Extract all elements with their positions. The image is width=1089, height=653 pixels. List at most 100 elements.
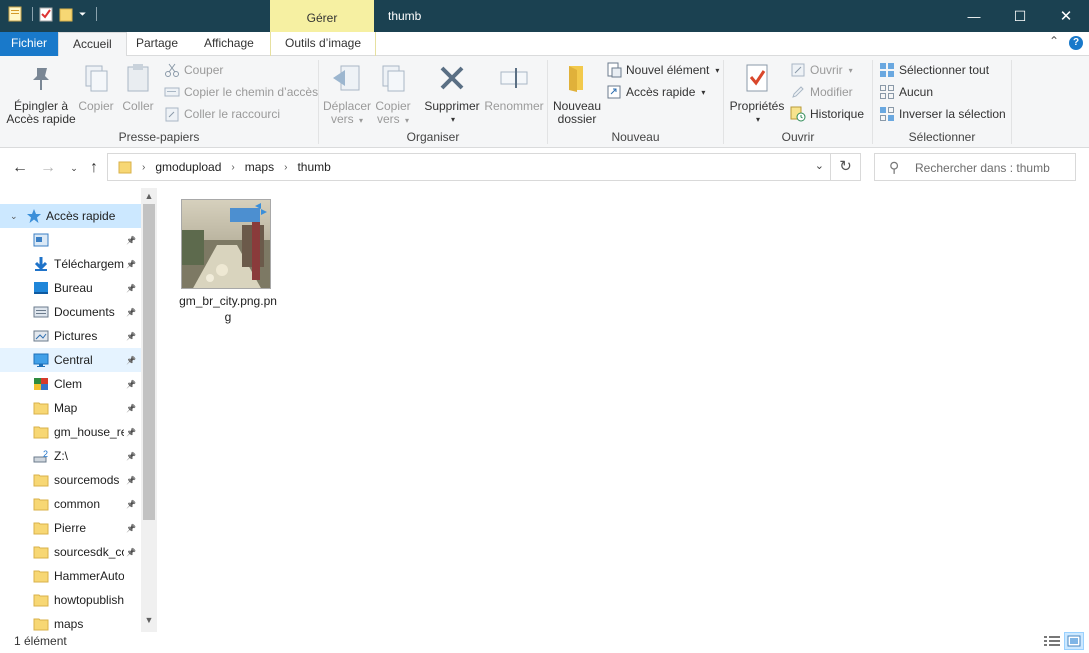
forward-arrow-icon: → xyxy=(40,159,56,176)
sidebar-item[interactable]: Clem 📌 xyxy=(0,372,141,396)
sidebar-item[interactable]: gm_house_re 📌 xyxy=(0,420,141,444)
sidebar-item-label: maps xyxy=(54,617,84,631)
pin-icon[interactable]: 📌 xyxy=(126,404,136,413)
invert-selection-label: Inverser la sélection xyxy=(899,107,1006,121)
sidebar-item[interactable]: Pictures 📌 xyxy=(0,324,141,348)
scroll-thumb[interactable] xyxy=(143,204,155,520)
paste-button[interactable]: Coller xyxy=(118,62,158,113)
sidebar-item[interactable]: Central 📌 xyxy=(0,348,141,372)
invert-selection-button[interactable]: Inverser la sélection xyxy=(879,104,1006,124)
pin-quick-access-button[interactable]: Épingler à Accès rapide xyxy=(6,62,76,126)
sidebar-item[interactable]: Documents 📌 xyxy=(0,300,141,324)
pin-icon[interactable]: 📌 xyxy=(126,548,136,557)
pin-icon[interactable]: 📌 xyxy=(126,332,136,341)
new-item-button[interactable]: Nouvel élément ▾ xyxy=(606,60,719,80)
pin-icon[interactable]: 📌 xyxy=(126,476,136,485)
select-none-button[interactable]: Aucun xyxy=(879,82,933,102)
manage-context-tab[interactable]: Gérer xyxy=(270,0,374,32)
sidebar-item[interactable]: Pierre 📌 xyxy=(0,516,141,540)
qat-dropdown-icon[interactable]: ⏷ xyxy=(79,9,86,20)
recent-locations-button[interactable]: ⌄ xyxy=(64,158,84,178)
forward-button[interactable]: → xyxy=(38,158,58,178)
quick-access-header[interactable]: ⌄ Accès rapide xyxy=(0,204,141,228)
sidebar-item[interactable]: maps xyxy=(0,612,141,632)
back-button[interactable]: ← xyxy=(10,158,30,178)
paste-shortcut-button[interactable]: Coller le raccourci xyxy=(164,104,280,124)
sidebar-item[interactable]: howtopublishan xyxy=(0,588,141,612)
properties-icon[interactable] xyxy=(8,6,22,22)
copy-path-button[interactable]: Copier le chemin d’accès xyxy=(164,82,318,102)
address-bar[interactable]: › gmodupload › maps › thumb ⌄ xyxy=(107,153,831,181)
new-folder-line2: dossier xyxy=(557,112,597,126)
pin-icon[interactable]: 📌 xyxy=(126,380,136,389)
properties-button[interactable]: Propriétés ▾ xyxy=(728,62,786,126)
breadcrumb-item[interactable]: thumb xyxy=(297,160,330,174)
group-label-nouveau: Nouveau xyxy=(611,130,660,144)
breadcrumb-item[interactable]: gmodupload xyxy=(155,160,221,174)
pin-icon[interactable]: 📌 xyxy=(126,356,136,365)
checklist-icon[interactable] xyxy=(39,6,53,22)
ribbon-collapse-icon[interactable]: ⌃ xyxy=(1049,34,1059,48)
move-to-button[interactable]: Déplacer vers ▾ xyxy=(323,62,371,127)
details-view-button[interactable] xyxy=(1042,632,1062,650)
sidebar-item[interactable]: Téléchargements📌 xyxy=(0,252,141,276)
rename-button[interactable]: Renommer xyxy=(483,62,545,113)
new-folder-icon[interactable] xyxy=(59,6,73,22)
sidebar-item[interactable]: sourcesdk_co 📌 xyxy=(0,540,141,564)
pin-icon[interactable]: 📌 xyxy=(126,260,136,269)
tab-outils-image[interactable]: Outils d’image xyxy=(270,32,377,56)
scroll-down-icon[interactable]: ▼ xyxy=(141,612,157,628)
sidebar-item[interactable]: HammerAutosav xyxy=(0,564,141,588)
group-nouveau: Nouveau dossier Nouvel élément ▾ Accès ra… xyxy=(548,56,723,148)
pin-icon[interactable]: 📌 xyxy=(126,428,136,437)
sidebar-item-label: HammerAutosav xyxy=(54,569,124,583)
navigation-scrollbar[interactable]: ▲ ▼ xyxy=(141,188,157,632)
help-icon[interactable]: ? xyxy=(1069,36,1083,50)
sidebar-item-label: Pictures xyxy=(54,329,98,343)
pin-icon[interactable]: 📌 xyxy=(126,308,136,317)
close-button[interactable]: ✕ xyxy=(1043,0,1089,32)
open-button[interactable]: Ouvrir ▾ xyxy=(790,60,853,80)
pin-icon[interactable]: 📌 xyxy=(126,452,136,461)
pin-icon[interactable]: 📌 xyxy=(126,500,136,509)
tab-affichage[interactable]: Affichage xyxy=(190,32,268,56)
tab-accueil[interactable]: Accueil xyxy=(58,32,127,57)
breadcrumb-item[interactable]: maps xyxy=(245,160,274,174)
delete-button[interactable]: Supprimer ▾ xyxy=(419,62,485,126)
pin-icon[interactable]: 📌 xyxy=(126,236,136,245)
scroll-up-icon[interactable]: ▲ xyxy=(141,188,157,204)
pin-icon[interactable]: 📌 xyxy=(126,524,136,533)
sidebar-item[interactable]: Bureau 📌 xyxy=(0,276,141,300)
up-button[interactable]: ↑ xyxy=(84,158,104,178)
sidebar-item-label: Z:\ xyxy=(54,449,68,463)
history-button[interactable]: Historique xyxy=(790,104,864,124)
select-all-button[interactable]: Sélectionner tout xyxy=(879,60,989,80)
minimize-button[interactable]: — xyxy=(951,0,997,32)
copy-to-button[interactable]: Copier vers ▾ xyxy=(371,62,415,127)
sidebar-item[interactable]: Map 📌 xyxy=(0,396,141,420)
breadcrumb-separator-icon[interactable]: › xyxy=(284,162,287,173)
sidebar-item[interactable]: 2 Z:\ 📌 xyxy=(0,444,141,468)
breadcrumb-separator-icon[interactable]: › xyxy=(231,162,234,173)
new-folder-button[interactable]: Nouveau dossier xyxy=(552,62,602,126)
collapse-chevron-icon[interactable]: ⌄ xyxy=(10,211,18,222)
breadcrumb-separator-icon[interactable]: › xyxy=(142,162,145,173)
copy-button[interactable]: Copier xyxy=(76,62,116,113)
svg-text:2: 2 xyxy=(43,449,48,459)
maximize-button[interactable]: ☐ xyxy=(997,0,1043,32)
ribbon-separator xyxy=(1011,60,1012,144)
refresh-button[interactable]: ↻ xyxy=(831,153,861,181)
search-box[interactable]: ⚲ Rechercher dans : thumb xyxy=(874,153,1076,181)
address-dropdown-icon[interactable]: ⌄ xyxy=(815,159,824,172)
edit-button[interactable]: Modifier xyxy=(790,82,853,102)
sidebar-item[interactable]: common 📌 xyxy=(0,492,141,516)
tab-fichier[interactable]: Fichier xyxy=(0,32,58,56)
pin-icon[interactable]: 📌 xyxy=(126,284,136,293)
large-icons-view-button[interactable] xyxy=(1064,632,1084,650)
cut-button[interactable]: Couper xyxy=(164,60,223,80)
sidebar-item[interactable]: sourcemods 📌 xyxy=(0,468,141,492)
easy-access-button[interactable]: Accès rapide ▾ xyxy=(606,82,705,102)
sidebar-item[interactable]: 📌 xyxy=(0,228,141,252)
tab-partage[interactable]: Partage xyxy=(122,32,192,56)
qat-separator xyxy=(32,7,33,21)
